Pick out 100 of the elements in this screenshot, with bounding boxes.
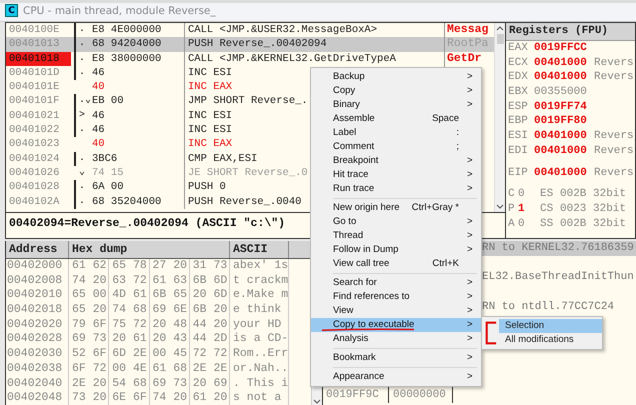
hex-byte-cell: 6B 20 [190, 303, 230, 318]
address-cell: 00402008 [6, 274, 69, 288]
hex-byte-cell: 61 63 [150, 274, 190, 288]
hex-byte-cell: 20 61 [109, 332, 150, 348]
flag-name: C [508, 187, 516, 202]
jump-marker: . [78, 194, 86, 209]
hex-byte-cell: 4D 61 [109, 288, 150, 304]
address-cell-text: 0040101E [8, 80, 60, 94]
ascii-cell: t crackm [230, 274, 289, 288]
hex-byte-cell: 20 48 [150, 318, 190, 332]
hex-byte-cell: 65 20 [69, 303, 110, 318]
hex-byte-cell: 73 20 [69, 391, 110, 405]
cpu-window-icon: C [5, 4, 18, 17]
address-cell: 00402018 [6, 303, 69, 318]
register-name: EDX [508, 70, 529, 86]
stack-value: 00000000 [393, 388, 446, 401]
hex-byte-cell: 72 72 [190, 347, 230, 362]
register-name: EBX [508, 85, 529, 100]
hex-byte-cell: 20 6D [190, 288, 230, 304]
hex-byte-cell: 6B 6D [190, 274, 230, 288]
register-name: ECX [508, 56, 529, 70]
jump-marker: . [78, 23, 86, 37]
hex-byte-cell: 74 20 [69, 274, 110, 288]
register-name: ESI [508, 129, 529, 144]
segment-selector: 002B [560, 216, 588, 232]
jump-marker: . [78, 180, 86, 194]
jump-marker: > [78, 108, 86, 123]
address-cell-text: 00401023 [8, 137, 60, 152]
address-cell-text: 0040101F [8, 94, 60, 109]
hex-cell: EB 00 [91, 94, 124, 109]
window-title: CPU - main thread, module Reverse_ [23, 4, 216, 16]
info-line: 00402094=Reverse_.00402094 (ASCII "c:\") [9, 217, 286, 230]
comment-cell: GetDr [447, 52, 482, 65]
register-comment: Revers [594, 144, 634, 158]
address-cell-text: 0040102A [8, 194, 60, 209]
address-cell: 00402038 [6, 362, 69, 376]
register-comment: Revers [594, 56, 634, 70]
segment-selector: 002B [560, 187, 588, 202]
hex-byte-cell: 27 20 [150, 259, 190, 274]
register-name: ESP [508, 100, 529, 114]
flag-name: P [508, 202, 516, 217]
register-name: EDI [508, 144, 529, 158]
hex-byte-cell: 69 6E [150, 303, 190, 318]
hex-byte-cell: 6E 6F [109, 391, 150, 405]
comment-cell: Messag [447, 23, 488, 36]
address-cell: 00402020 [6, 318, 69, 332]
ascii-cell: e.Make m [230, 288, 289, 304]
hex-cell: 6A 00 [91, 180, 124, 195]
hex-byte-cell: 65 78 [109, 259, 150, 274]
register-name: EBP [508, 114, 529, 130]
address-cell-text: 00401028 [8, 180, 60, 195]
address-cell-text: 0040101D [8, 66, 60, 80]
address-cell: 00402000 [6, 259, 69, 274]
hex-cell: 68 94204000 [91, 37, 162, 52]
hex-byte-cell: 00 45 [150, 347, 190, 362]
hex-byte-cell: 2E 2E [190, 362, 230, 376]
register-comment: Revers [594, 129, 634, 144]
segment-mode: 32bit [593, 187, 626, 202]
hex-byte-cell: 20 43 [150, 332, 190, 348]
ascii-cell: Rom..Err [230, 347, 289, 362]
hex-cell: 40 [91, 80, 105, 94]
address-cell: 00402048 [6, 391, 69, 405]
address-cell: 00402028 [6, 332, 69, 348]
hex-byte-cell: 6B 65 [150, 288, 190, 304]
hex-byte-cell: 31 73 [190, 259, 230, 274]
jump-marker: . [78, 66, 86, 80]
address-cell-text: 00401022 [8, 123, 60, 138]
hex-byte-cell: 00 4E [109, 362, 150, 376]
address-cell: 00402010 [6, 288, 69, 304]
hex-cell: 46 [91, 123, 105, 138]
ascii-cell: abex' 1s [230, 259, 289, 274]
address-cell-text: 00401021 [8, 108, 60, 124]
hex-byte-cell: 75 72 [109, 318, 150, 332]
hex-byte-cell: 69 73 [150, 376, 190, 392]
hex-byte-cell: 52 6F [69, 347, 110, 362]
address-cell-text: 00401026 [8, 166, 60, 180]
address-cell: 00402040 [6, 376, 69, 392]
register-name: EIP [508, 166, 529, 180]
stack-address: 0019FF9C [326, 388, 379, 401]
segment-mode: 32bit [593, 216, 626, 232]
register-comment: Revers [594, 166, 634, 180]
hex-byte-cell: 74 68 [109, 303, 150, 318]
ascii-cell: or.Nah.. [230, 362, 289, 376]
hex-byte-cell: 61 68 [150, 362, 190, 376]
register-comment: Revers [594, 70, 634, 86]
hex-byte-cell: 65 00 [69, 288, 110, 304]
jump-marker: .⌄ [78, 94, 91, 108]
hex-byte-cell: 20 69 [190, 376, 230, 392]
hex-byte-cell: 74 20 [150, 391, 190, 405]
segment-mode: 32bit [593, 202, 626, 217]
hex-cell: 40 [91, 137, 105, 152]
registers-header: Registers (FPU) [506, 23, 635, 41]
hex-byte-cell: 61 62 [69, 259, 110, 274]
hex-byte-cell: 2E 20 [69, 376, 110, 392]
hex-byte-cell: 6D 2E [109, 347, 150, 362]
register-name: EAX [508, 41, 529, 56]
hex-byte-cell: 54 68 [109, 376, 150, 392]
jump-marker: . [78, 152, 86, 166]
stack-comment: RN to KERNEL32.76186359 [482, 242, 634, 254]
address-cell-text: 0040100E [8, 23, 60, 38]
